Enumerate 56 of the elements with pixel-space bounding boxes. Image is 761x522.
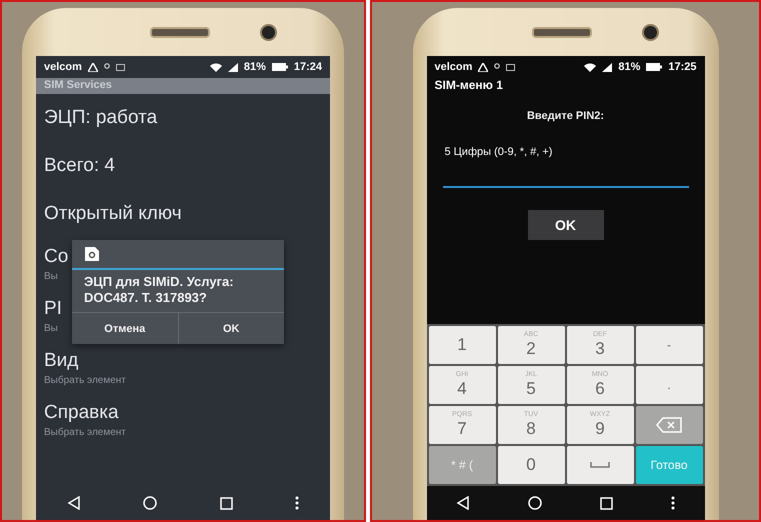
carrier-name: velcom <box>44 61 82 73</box>
carrier-name: velcom <box>434 61 472 73</box>
menu-item-title[interactable]: Вид <box>44 350 78 372</box>
menu-item-title[interactable]: PI <box>44 298 62 320</box>
clock-time: 17:25 <box>668 61 696 73</box>
battery-icon <box>272 63 288 71</box>
menu-icon <box>671 496 676 510</box>
menu-item-title[interactable]: Открытый ключ <box>44 203 182 225</box>
signal-icon <box>228 62 238 72</box>
menu-item-subtitle: Выбрать элемент <box>44 375 126 386</box>
message-icon <box>506 64 516 70</box>
warning-icon <box>478 62 488 72</box>
menu-item-title[interactable]: Справка <box>44 402 119 424</box>
ok-button[interactable]: OK <box>528 210 604 240</box>
menu-item-title[interactable]: Со <box>44 246 68 268</box>
dialog-message: ЭЦП для SIMiD. Услуга: DOC487. T. 317893? <box>83 273 235 307</box>
wifi-icon <box>584 62 596 72</box>
battery-icon <box>646 63 662 71</box>
menu-item-subtitle: Вы <box>44 323 58 334</box>
signal-icon <box>602 62 612 72</box>
menu-item-title[interactable]: ЭЦП: работа <box>44 107 158 129</box>
battery-percent: 81% <box>618 61 640 73</box>
message-icon <box>116 64 125 70</box>
warning-icon <box>88 62 98 72</box>
pin-prompt: Введите PIN2: <box>526 110 606 122</box>
menu-item-subtitle: Выбрать элемент <box>44 427 126 438</box>
digit-key[interactable]: 1 <box>428 326 496 364</box>
speaker-grille <box>532 26 592 38</box>
symbol-key[interactable]: - <box>636 326 702 364</box>
symbol-key[interactable]: . <box>636 366 702 404</box>
battery-percent: 81% <box>244 61 266 73</box>
pin-hint: 5 Цифры (0-9, *, #, +) <box>444 146 554 158</box>
back-icon <box>456 496 470 510</box>
speaker-grille <box>150 26 210 38</box>
digit-key[interactable]: 0 <box>498 446 564 484</box>
recents-icon <box>220 496 233 510</box>
menu-item-title[interactable]: Всего: 4 <box>44 155 115 177</box>
dialog-button[interactable]: OK <box>178 313 284 344</box>
front-camera <box>642 24 659 40</box>
back-icon <box>67 496 82 510</box>
backspace-key[interactable] <box>636 406 702 444</box>
space-icon <box>590 462 610 468</box>
space-key[interactable] <box>566 446 634 484</box>
app-title-bar: SIM Services <box>36 78 330 94</box>
menu-icon <box>294 496 299 510</box>
sim-settings-icon <box>84 246 100 262</box>
recents-icon <box>600 496 614 510</box>
wifi-icon <box>210 62 222 72</box>
front-camera <box>260 24 276 40</box>
home-icon <box>528 496 542 510</box>
backspace-icon <box>656 417 682 433</box>
clock-time: 17:24 <box>294 61 322 73</box>
menu-item-subtitle: Вы <box>44 271 58 282</box>
home-icon <box>143 496 158 510</box>
screen-title: SIM-меню 1 <box>434 78 504 92</box>
dialog-button[interactable]: Отмена <box>72 313 178 344</box>
